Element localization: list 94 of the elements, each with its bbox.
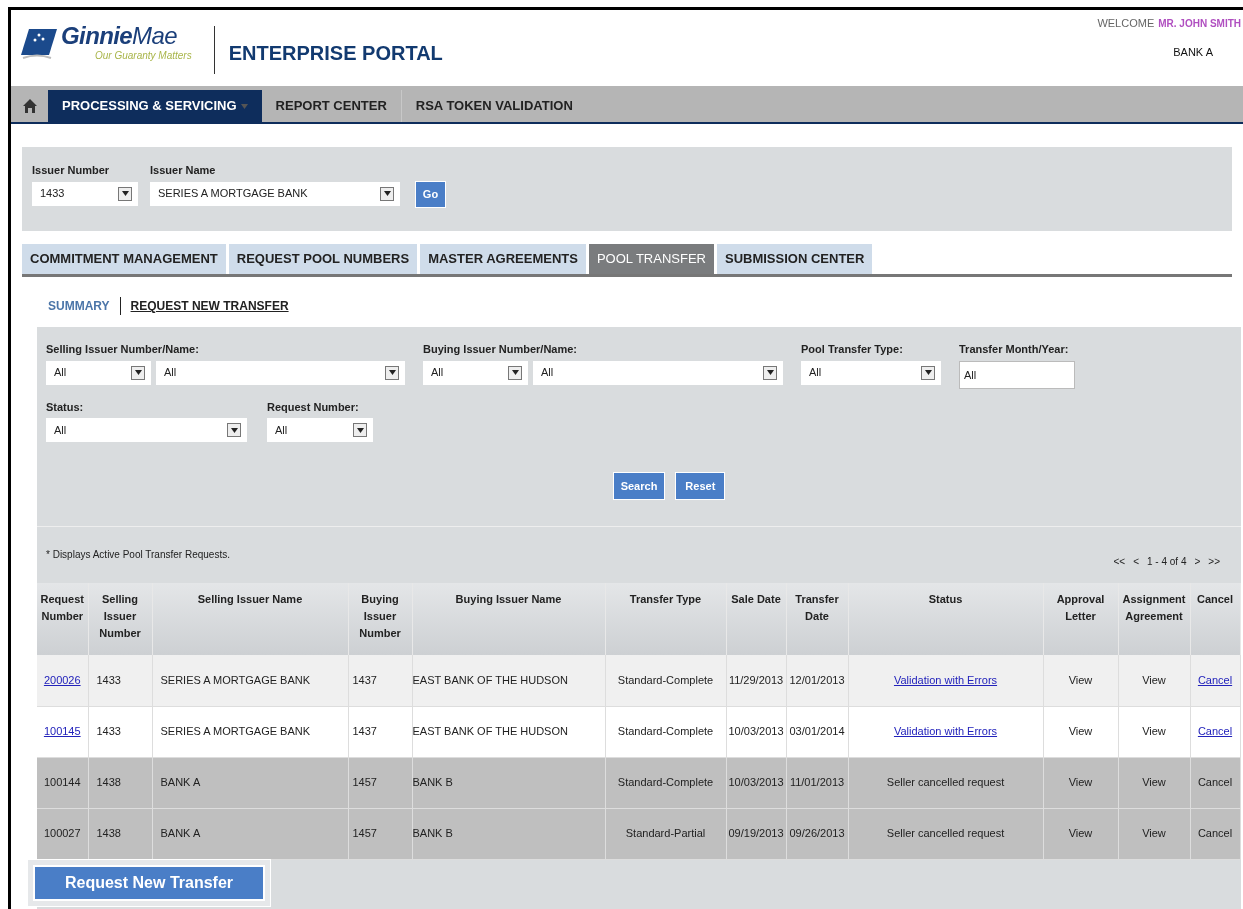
table-cell: Standard-Complete bbox=[617, 674, 714, 686]
dropdown-field[interactable]: All bbox=[801, 360, 941, 385]
home-icon[interactable] bbox=[23, 99, 37, 113]
table-cell: EAST BANK OF THE HUDSON bbox=[412, 674, 568, 686]
nav-menu-item[interactable]: REPORT CENTER bbox=[261, 90, 401, 122]
table-link[interactable]: 100145 bbox=[43, 725, 81, 738]
go-button[interactable]: Go bbox=[415, 181, 446, 208]
table-link[interactable]: Cancel bbox=[1197, 674, 1233, 686]
table-cell: BANK A bbox=[160, 827, 201, 840]
nav-menu-item[interactable]: RSA TOKEN VALIDATION bbox=[400, 90, 587, 122]
table-link[interactable]: 200026 bbox=[43, 674, 81, 686]
field-label: Transfer Month/Year: bbox=[959, 342, 1070, 357]
next-page-link[interactable]: > bbox=[1194, 553, 1201, 569]
request-new-transfer-button[interactable]: Request New Transfer bbox=[33, 865, 265, 901]
month-year-input[interactable]: All bbox=[959, 360, 1075, 389]
subtab-link[interactable]: SUMMARY bbox=[48, 297, 110, 315]
table-cell: 11/29/2013 bbox=[728, 674, 784, 686]
table-cell: SERIES A MORTGAGE BANK bbox=[160, 725, 311, 738]
table-cell: 12/01/2013 bbox=[789, 674, 845, 686]
dropdown-field[interactable]: All bbox=[533, 360, 783, 385]
section-tab[interactable]: COMMITMENT MANAGEMENT bbox=[22, 244, 226, 274]
table-link[interactable]: Cancel bbox=[1197, 725, 1233, 738]
table-cell: View bbox=[1142, 674, 1166, 686]
table-cell: BANK B bbox=[412, 827, 453, 840]
page-range: 1 - 4 of 4 bbox=[1147, 554, 1187, 569]
nav-menu-item[interactable]: PROCESSING & SERVICING bbox=[48, 90, 262, 122]
table-cell: BANK B bbox=[412, 776, 453, 789]
table-cell: View bbox=[1142, 827, 1166, 840]
dropdown-field[interactable]: 1433 bbox=[32, 181, 138, 206]
table-cell: 09/19/2013 bbox=[728, 827, 784, 840]
table-cell: View bbox=[1142, 725, 1166, 738]
table-cell: SERIES A MORTGAGE BANK bbox=[160, 674, 311, 686]
previous-page-link[interactable]: < bbox=[1133, 553, 1139, 569]
dropdown-field[interactable]: All bbox=[267, 418, 373, 442]
bank-name: BANK A bbox=[1173, 44, 1213, 60]
table-cell: 10/03/2013 bbox=[728, 725, 784, 738]
table-cell: 1437 bbox=[352, 674, 377, 686]
logo-tagline: Our Guaranty Matters bbox=[95, 49, 192, 63]
table-link[interactable]: Validation with Errors bbox=[893, 725, 998, 738]
logo-icon bbox=[21, 26, 57, 61]
dropdown-field[interactable]: All bbox=[156, 360, 405, 385]
table-cell: Cancel bbox=[1197, 827, 1233, 840]
subtab-link[interactable]: REQUEST NEW TRANSFER bbox=[130, 297, 289, 315]
table-cell: 09/26/2013 bbox=[789, 827, 845, 840]
section-tab[interactable]: POOL TRANSFER bbox=[588, 244, 714, 274]
table-cell: 100144 bbox=[43, 776, 81, 789]
section-tab[interactable]: SUBMISSION CENTER bbox=[717, 244, 873, 274]
field-label: Buying Issuer Number/Name: bbox=[423, 342, 579, 357]
last-page-link[interactable]: >> bbox=[1208, 553, 1220, 569]
field-label: Request Number: bbox=[267, 399, 360, 415]
field-label: Status: bbox=[46, 399, 85, 415]
table-cell: View bbox=[1142, 776, 1166, 789]
table-cell: Standard-Partial bbox=[625, 827, 706, 840]
table-cell: BANK A bbox=[160, 776, 201, 789]
table-cell: 1437 bbox=[352, 725, 377, 738]
logo-wordmark: GinnieMae bbox=[61, 24, 178, 48]
user-name: MR. JOHN SMITH bbox=[1158, 16, 1241, 31]
table-cell: Standard-Complete bbox=[617, 776, 714, 789]
dropdown-field[interactable]: All bbox=[46, 418, 247, 442]
welcome-label: WELCOME bbox=[1097, 16, 1155, 31]
search-button[interactable]: Search bbox=[612, 472, 666, 500]
field-label: Selling Issuer Number/Name: bbox=[46, 342, 200, 357]
table-link[interactable]: Validation with Errors bbox=[893, 674, 998, 686]
section-tab[interactable]: REQUEST POOL NUMBERS bbox=[228, 244, 418, 274]
table-cell: View bbox=[1068, 827, 1093, 840]
section-tab[interactable]: MASTER AGREEMENTS bbox=[420, 244, 586, 274]
portal-title: ENTERPRISE PORTAL bbox=[228, 41, 443, 66]
table-cell: View bbox=[1068, 725, 1093, 738]
table-cell: 1438 bbox=[96, 827, 121, 840]
table-cell: EAST BANK OF THE HUDSON bbox=[412, 725, 568, 738]
table-note: * Displays Active Pool Transfer Requests. bbox=[46, 547, 230, 562]
field-label: Issuer Name bbox=[150, 163, 217, 178]
field-label: Pool Transfer Type: bbox=[801, 342, 904, 357]
dropdown-field[interactable]: All bbox=[46, 360, 151, 385]
table-cell: 03/01/2014 bbox=[789, 725, 845, 738]
table-cell: 1457 bbox=[352, 776, 377, 789]
field-label: Issuer Number bbox=[32, 163, 111, 178]
table-cell: View bbox=[1068, 776, 1093, 789]
table-cell: Standard-Complete bbox=[617, 725, 714, 738]
first-page-link[interactable]: << bbox=[1113, 553, 1126, 569]
dropdown-field[interactable]: SERIES A MORTGAGE BANK bbox=[150, 181, 400, 206]
table-cell: 10/03/2013 bbox=[728, 776, 784, 789]
reset-button[interactable]: Reset bbox=[675, 472, 726, 500]
table-cell: 11/01/2013 bbox=[789, 776, 845, 789]
dropdown-field[interactable]: All bbox=[423, 360, 528, 385]
table-cell: 1433 bbox=[96, 674, 121, 686]
table-cell: Cancel bbox=[1197, 776, 1233, 789]
table-cell: 1457 bbox=[352, 827, 377, 840]
table-cell: Seller cancelled request bbox=[886, 776, 1005, 789]
table-cell: Seller cancelled request bbox=[886, 827, 1005, 840]
table-cell: View bbox=[1068, 674, 1093, 686]
table-cell: 1438 bbox=[96, 776, 121, 789]
table-cell: 1433 bbox=[96, 725, 121, 738]
table-cell: 100027 bbox=[43, 827, 81, 840]
